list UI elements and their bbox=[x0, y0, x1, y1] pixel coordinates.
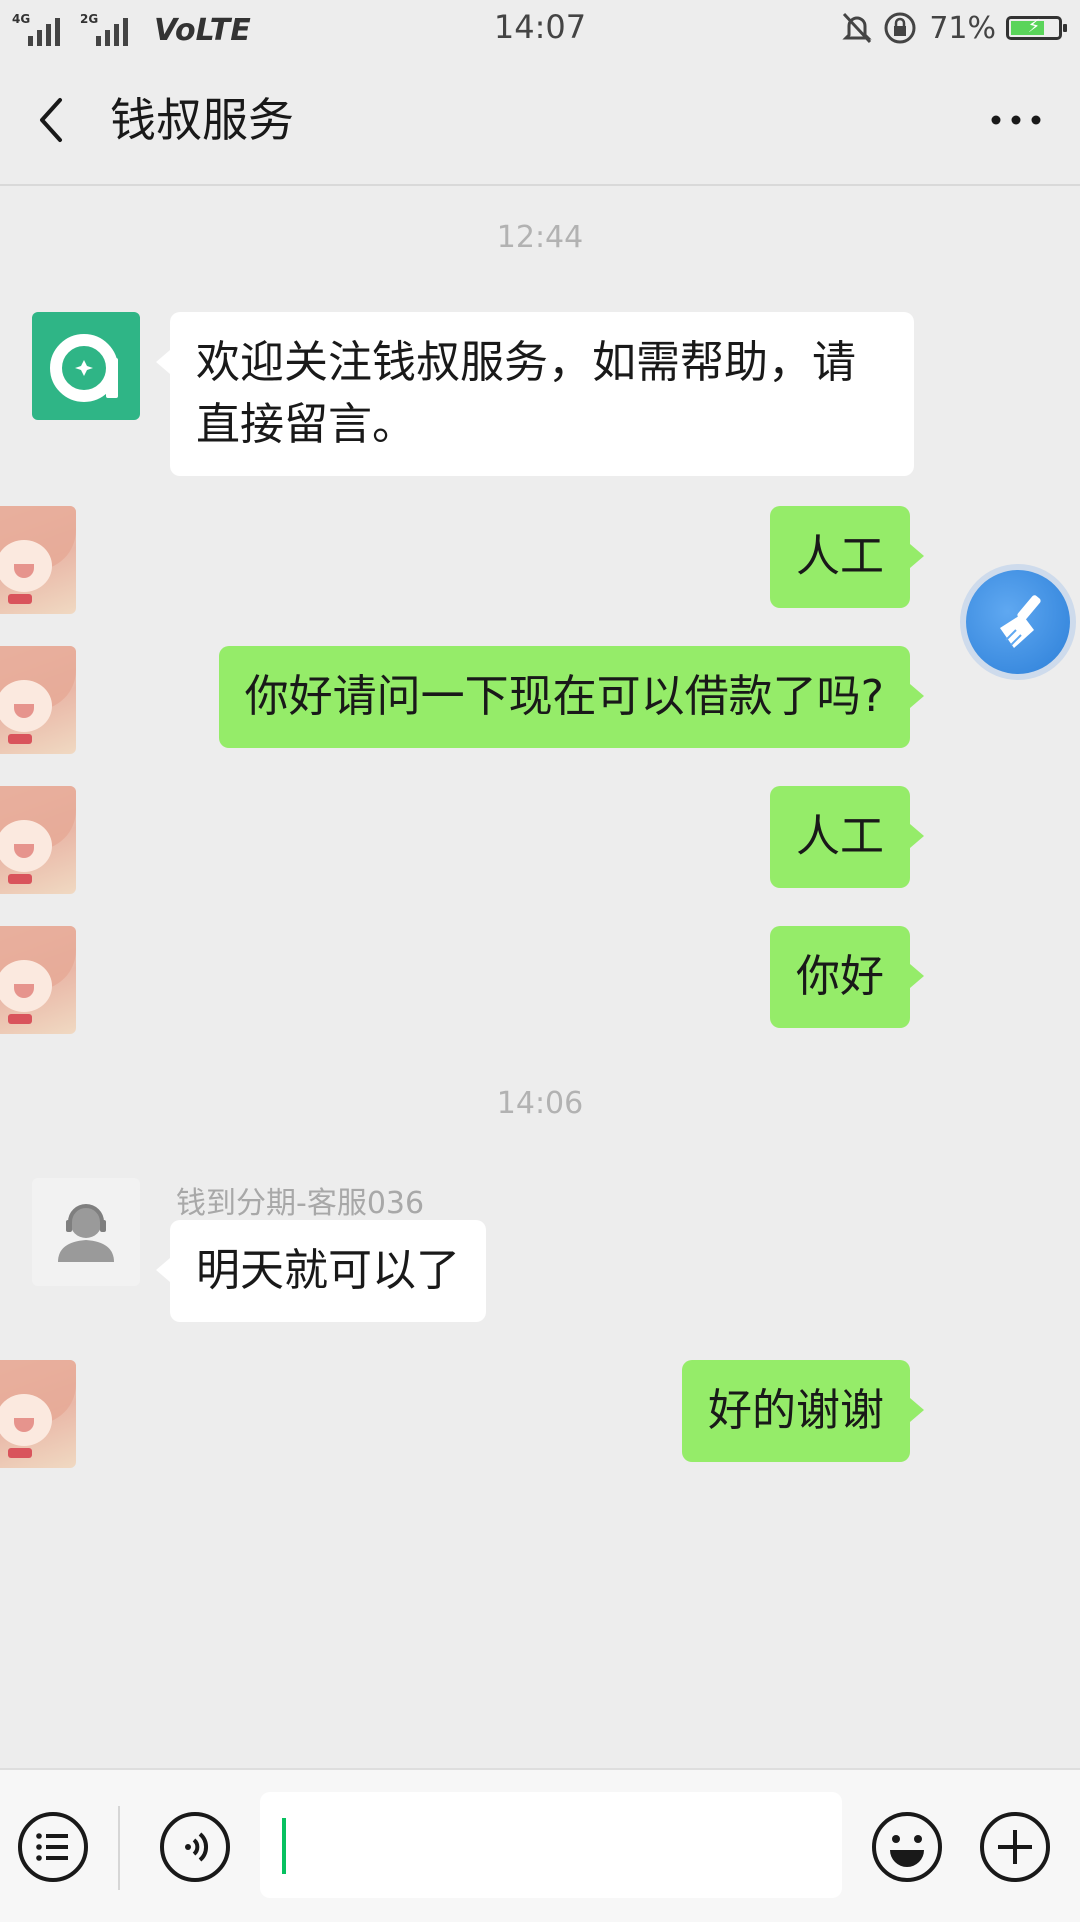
user-avatar[interactable] bbox=[0, 646, 76, 754]
message-bubble[interactable]: 人工 bbox=[770, 506, 924, 608]
chat-area[interactable]: 12:44 欢迎关注钱叔服务，如需帮助，请直接留言。 人工 你好请问一下现在可以… bbox=[0, 186, 1080, 1768]
timestamp: 14:06 bbox=[496, 1086, 584, 1121]
message-input[interactable] bbox=[260, 1792, 842, 1898]
plus-button[interactable] bbox=[978, 1810, 1052, 1884]
message-bubble[interactable]: 人工 bbox=[770, 786, 924, 888]
emoji-button[interactable] bbox=[870, 1810, 944, 1884]
battery-icon: ⚡ bbox=[1006, 16, 1067, 40]
text-caret bbox=[282, 1818, 286, 1874]
menu-list-icon bbox=[18, 1812, 88, 1882]
emoji-icon bbox=[872, 1812, 942, 1882]
message-bubble[interactable]: 明天就可以了 bbox=[156, 1220, 486, 1322]
user-avatar[interactable] bbox=[0, 506, 76, 614]
user-avatar[interactable] bbox=[0, 786, 76, 894]
message-row-outgoing: 好的谢谢 bbox=[0, 1360, 1080, 1468]
battery-percent: 71% bbox=[929, 10, 996, 46]
menu-button[interactable] bbox=[16, 1810, 90, 1884]
rotation-lock-icon bbox=[883, 11, 919, 45]
message-row-outgoing: 人工 bbox=[0, 506, 1080, 614]
timestamp: 12:44 bbox=[496, 220, 584, 255]
floating-cleaner-button[interactable] bbox=[966, 570, 1070, 674]
message-bubble[interactable]: 你好 bbox=[770, 926, 924, 1028]
input-divider bbox=[118, 1806, 120, 1890]
more-button[interactable] bbox=[980, 92, 1052, 148]
account-avatar[interactable] bbox=[32, 312, 140, 420]
back-button[interactable] bbox=[30, 92, 80, 148]
user-avatar[interactable] bbox=[0, 926, 76, 1034]
broom-icon bbox=[1000, 595, 1041, 648]
charging-bolt-icon: ⚡ bbox=[1027, 16, 1041, 37]
message-row-outgoing: 人工 bbox=[0, 786, 1080, 894]
more-horizontal-icon bbox=[991, 115, 1041, 125]
brand-logo-icon bbox=[50, 334, 118, 402]
input-bar bbox=[0, 1768, 1080, 1922]
chevron-left-icon bbox=[40, 98, 62, 142]
page-title: 钱叔服务 bbox=[110, 93, 294, 147]
agent-avatar[interactable] bbox=[32, 1178, 140, 1286]
status-bar: 4G 2G VoLTE 14:07 71% ⚡ bbox=[0, 0, 1080, 56]
message-row-outgoing: 你好请问一下现在可以借款了吗? bbox=[0, 646, 1080, 754]
user-avatar[interactable] bbox=[0, 1360, 76, 1468]
mute-bell-icon bbox=[841, 11, 873, 45]
nav-bar: 钱叔服务 bbox=[0, 56, 1080, 186]
message-bubble[interactable]: 你好请问一下现在可以借款了吗? bbox=[218, 646, 925, 748]
message-bubble[interactable]: 欢迎关注钱叔服务，如需帮助，请直接留言。 bbox=[156, 312, 914, 476]
voice-button[interactable] bbox=[158, 1810, 232, 1884]
sender-name: 钱到分期-客服036 bbox=[176, 1186, 425, 1221]
status-right: 71% ⚡ bbox=[841, 8, 1067, 48]
voice-icon bbox=[160, 1812, 230, 1882]
message-bubble[interactable]: 好的谢谢 bbox=[682, 1360, 924, 1462]
message-row-outgoing: 你好 bbox=[0, 926, 1080, 1034]
plus-icon bbox=[980, 1812, 1050, 1882]
customer-service-icon bbox=[58, 1204, 114, 1262]
